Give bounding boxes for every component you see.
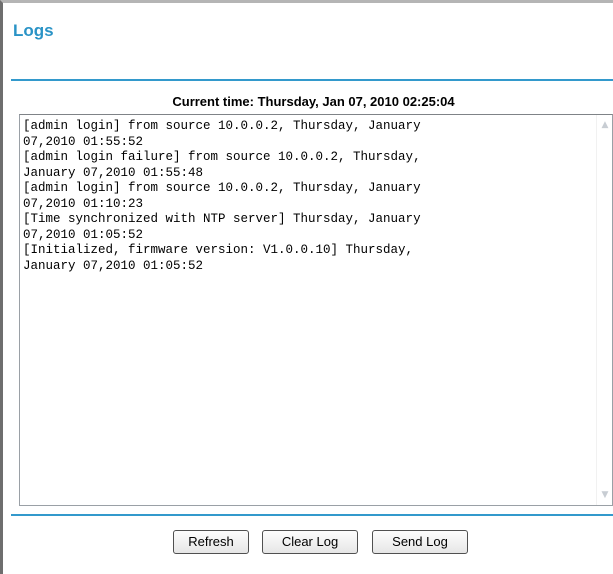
- log-scrollbar[interactable]: ▲ ▼: [596, 115, 612, 505]
- current-time: Current time: Thursday, Jan 07, 2010 02:…: [172, 94, 455, 109]
- scroll-down-icon[interactable]: ▼: [599, 489, 611, 501]
- button-bar: Refresh Clear Log Send Log: [3, 530, 613, 556]
- bottom-divider: [11, 514, 613, 516]
- logs-page: Logs Current time: Thursday, Jan 07, 201…: [0, 0, 613, 574]
- send-log-button[interactable]: Send Log: [372, 530, 468, 554]
- page-title: Logs: [13, 21, 54, 40]
- top-divider: [11, 79, 613, 81]
- log-textarea[interactable]: [admin login] from source 10.0.0.2, Thur…: [19, 114, 613, 506]
- scroll-up-icon[interactable]: ▲: [599, 119, 611, 131]
- log-content: [admin login] from source 10.0.0.2, Thur…: [23, 119, 421, 273]
- refresh-button[interactable]: Refresh: [173, 530, 249, 554]
- clear-log-button[interactable]: Clear Log: [262, 530, 358, 554]
